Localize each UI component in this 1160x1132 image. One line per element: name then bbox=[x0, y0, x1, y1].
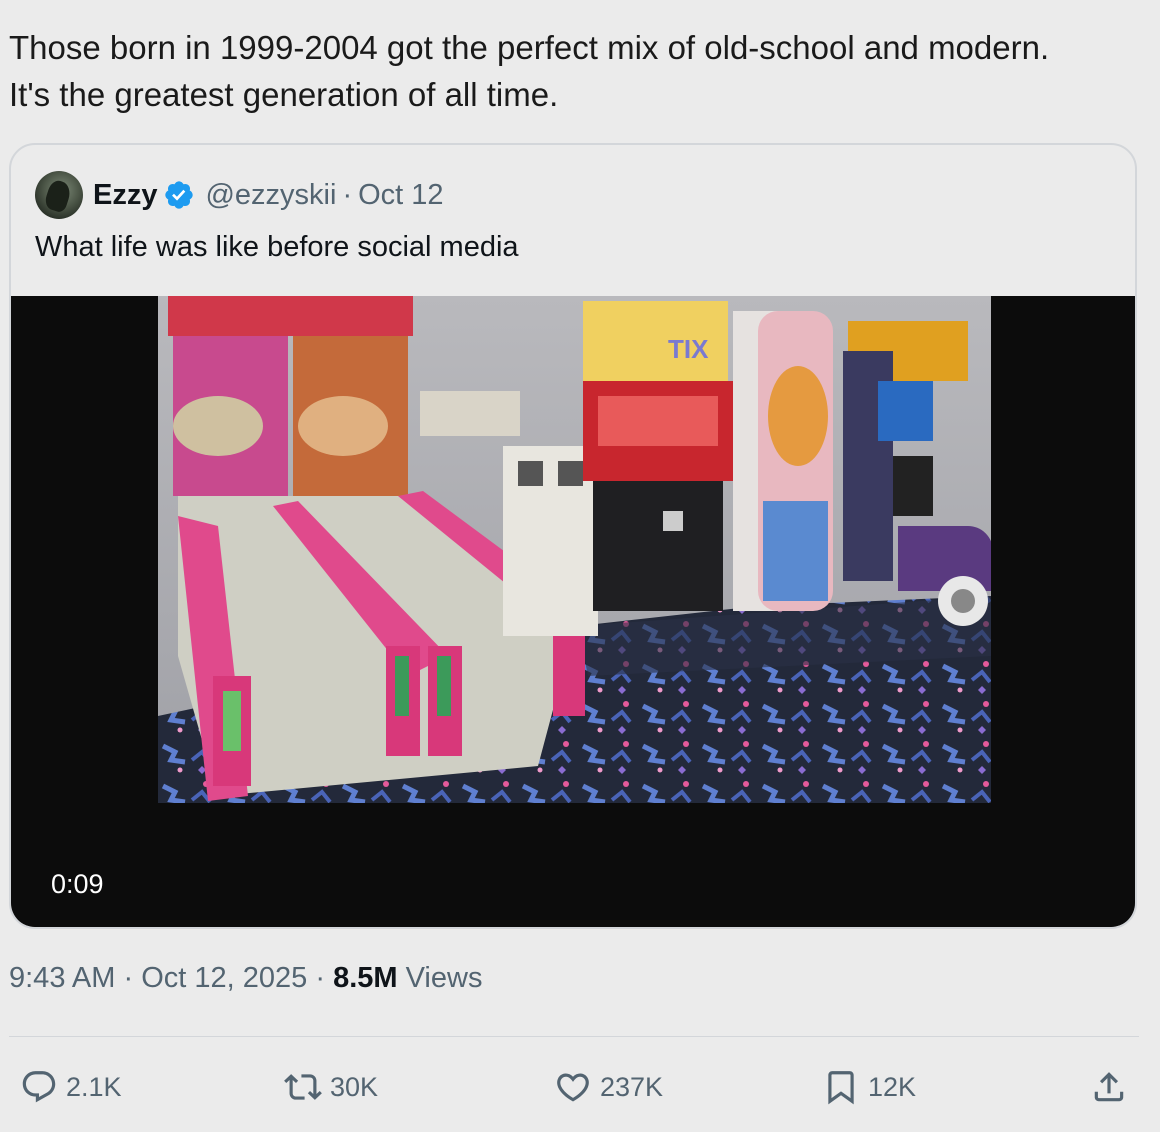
meta-separator: · bbox=[315, 962, 325, 994]
tweet-text: Those born in 1999-2004 got the perfect … bbox=[9, 24, 1149, 118]
video-player[interactable]: TIX 0:09 bbox=[11, 296, 1135, 927]
tweet-meta: 9:43 AM · Oct 12, 2025 · 8.5M Views bbox=[9, 962, 482, 995]
post-full-date[interactable]: Oct 12, 2025 bbox=[141, 962, 307, 994]
post-time[interactable]: 9:43 AM bbox=[9, 962, 115, 994]
tweet-text-line-2: It's the greatest generation of all time… bbox=[9, 76, 559, 113]
video-duration: 0:09 bbox=[51, 869, 104, 899]
quoted-tweet-card[interactable]: Ezzy @ezzyskii · Oct 12 What life was li… bbox=[9, 143, 1137, 929]
share-icon bbox=[1094, 1072, 1124, 1102]
author-name[interactable]: Ezzy bbox=[93, 179, 157, 212]
tweet-text-line-1: Those born in 1999-2004 got the perfect … bbox=[9, 29, 1050, 66]
like-count: 237K bbox=[600, 1071, 664, 1102]
reply-icon bbox=[22, 1071, 56, 1103]
bookmark-icon bbox=[828, 1071, 854, 1105]
video-thumbnail[interactable]: TIX bbox=[158, 296, 991, 803]
repost-icon bbox=[284, 1074, 322, 1100]
like-button[interactable]: 237K bbox=[554, 1062, 663, 1112]
avatar[interactable] bbox=[35, 171, 83, 219]
divider bbox=[9, 1036, 1139, 1037]
bookmark-button[interactable]: 12K bbox=[822, 1062, 916, 1112]
separator-dot: · bbox=[342, 178, 353, 211]
arcade-sign-text: TIX bbox=[668, 334, 709, 364]
bookmark-count: 12K bbox=[868, 1071, 917, 1102]
share-button[interactable] bbox=[1090, 1062, 1128, 1112]
action-bar: 2.1K 30K 237K 12K bbox=[0, 1062, 1160, 1112]
arcade-scene: TIX bbox=[158, 296, 991, 803]
verified-icon bbox=[165, 181, 194, 209]
author-handle[interactable]: @ezzyskii bbox=[205, 179, 336, 212]
views-label: Views bbox=[405, 962, 483, 994]
repost-button[interactable]: 30K bbox=[284, 1062, 378, 1112]
post-date[interactable]: Oct 12 bbox=[358, 179, 443, 212]
reply-count: 2.1K bbox=[66, 1071, 122, 1102]
meta-separator: · bbox=[123, 962, 134, 994]
quoted-tweet-header: Ezzy @ezzyskii · Oct 12 bbox=[35, 171, 444, 219]
like-icon bbox=[557, 1073, 589, 1102]
reply-button[interactable]: 2.1K bbox=[20, 1062, 122, 1112]
quoted-tweet-text: What life was like before social media bbox=[35, 231, 519, 263]
repost-count: 30K bbox=[330, 1071, 379, 1102]
views-count: 8.5M bbox=[333, 962, 398, 994]
